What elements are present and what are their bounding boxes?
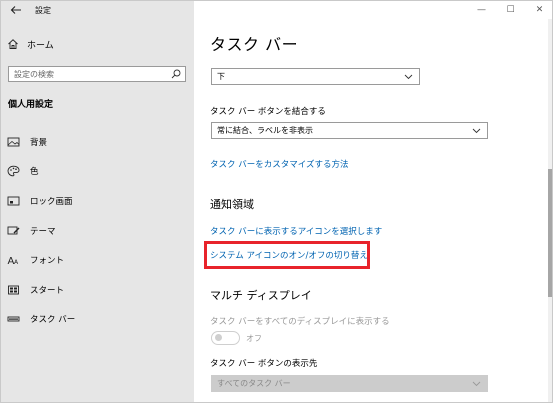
back-arrow-icon[interactable]	[9, 3, 23, 17]
sidebar-item-label: スタート	[30, 285, 65, 296]
picture-icon	[7, 137, 20, 147]
scrollbar-thumb[interactable]	[548, 169, 552, 297]
palette-icon	[7, 166, 20, 177]
lock-screen-icon	[7, 196, 20, 206]
taskbar-icon	[7, 316, 20, 322]
sidebar: 設定 ホーム 個人用設定 背景	[1, 1, 194, 402]
sidebar-item-label: 色	[30, 167, 39, 178]
sidebar-item-label: フォント	[30, 256, 65, 267]
sidebar-item-label: ロック画面	[30, 196, 73, 207]
home-label: ホーム	[27, 40, 54, 51]
show-all-displays-label: タスク バーをすべてのディスプレイに表示する	[210, 317, 390, 327]
dropdown-value: すべてのタスク バー	[217, 379, 291, 388]
svg-text:A: A	[14, 259, 19, 266]
toggle-state-label: オフ	[246, 334, 262, 343]
dropdown-value: 下	[217, 72, 225, 81]
taskbar-position-dropdown[interactable]: 下	[211, 68, 420, 85]
sidebar-nav: 背景 色 ロック画面 テーマ A A フォント スタート タスク バー	[1, 127, 194, 334]
app-title: 設定	[35, 6, 51, 15]
maximize-button[interactable]: ☐	[496, 1, 525, 19]
start-icon	[8, 285, 19, 295]
sidebar-item-background[interactable]: 背景	[1, 127, 194, 157]
section-title: 個人用設定	[8, 100, 54, 110]
close-button[interactable]: ✕	[525, 1, 552, 19]
search-icon[interactable]	[171, 69, 181, 79]
sidebar-item-label: 背景	[30, 137, 48, 148]
chevron-down-icon	[472, 381, 481, 387]
main-pane: — ☐ ✕ タスク バー 下 タスク バー ボタンを結合する 常に結合、ラベルを…	[194, 1, 552, 402]
sidebar-item-color[interactable]: 色	[1, 157, 194, 187]
notification-area-heading: 通知領域	[210, 198, 254, 211]
scrollbar[interactable]	[548, 19, 552, 402]
sidebar-item-label: タスク バー	[30, 315, 76, 326]
chevron-down-icon	[472, 128, 481, 134]
window-controls: — ☐ ✕	[467, 1, 552, 19]
combine-buttons-label: タスク バー ボタンを結合する	[210, 107, 326, 117]
show-buttons-on-label: タスク バー ボタンの表示先	[210, 359, 318, 369]
home-icon	[8, 39, 18, 49]
font-icon: A A	[8, 256, 20, 266]
dropdown-value: 常に結合、ラベルを非表示	[217, 126, 313, 135]
multi-display-heading: マルチ ディスプレイ	[210, 289, 312, 302]
theme-brush-icon	[7, 226, 20, 235]
highlight-box	[204, 241, 370, 269]
page-title: タスク バー	[210, 35, 299, 54]
chevron-down-icon	[404, 74, 413, 80]
settings-window: 設定 ホーム 個人用設定 背景	[0, 0, 553, 403]
show-buttons-on-dropdown[interactable]: すべてのタスク バー	[211, 375, 488, 392]
settings-search[interactable]	[8, 66, 186, 82]
show-all-displays-toggle[interactable]	[211, 331, 240, 345]
sidebar-item-taskbar[interactable]: タスク バー	[1, 305, 194, 335]
sidebar-item-fonts[interactable]: A A フォント	[1, 245, 194, 275]
sidebar-item-start[interactable]: スタート	[1, 275, 194, 305]
minimize-button[interactable]: —	[467, 1, 496, 19]
sidebar-item-lock-screen[interactable]: ロック画面	[1, 186, 194, 216]
toggle-knob	[215, 334, 222, 341]
sidebar-item-home[interactable]: ホーム	[7, 36, 187, 52]
combine-buttons-dropdown[interactable]: 常に結合、ラベルを非表示	[211, 122, 488, 139]
customize-taskbar-link[interactable]: タスク バーをカスタマイズする方法	[210, 158, 348, 170]
sidebar-item-label: テーマ	[30, 226, 56, 237]
select-icons-link[interactable]: タスク バーに表示するアイコンを選択します	[210, 225, 382, 237]
search-input[interactable]	[12, 67, 166, 81]
titlebar-left: 設定	[1, 1, 194, 21]
sidebar-item-theme[interactable]: テーマ	[1, 216, 194, 246]
